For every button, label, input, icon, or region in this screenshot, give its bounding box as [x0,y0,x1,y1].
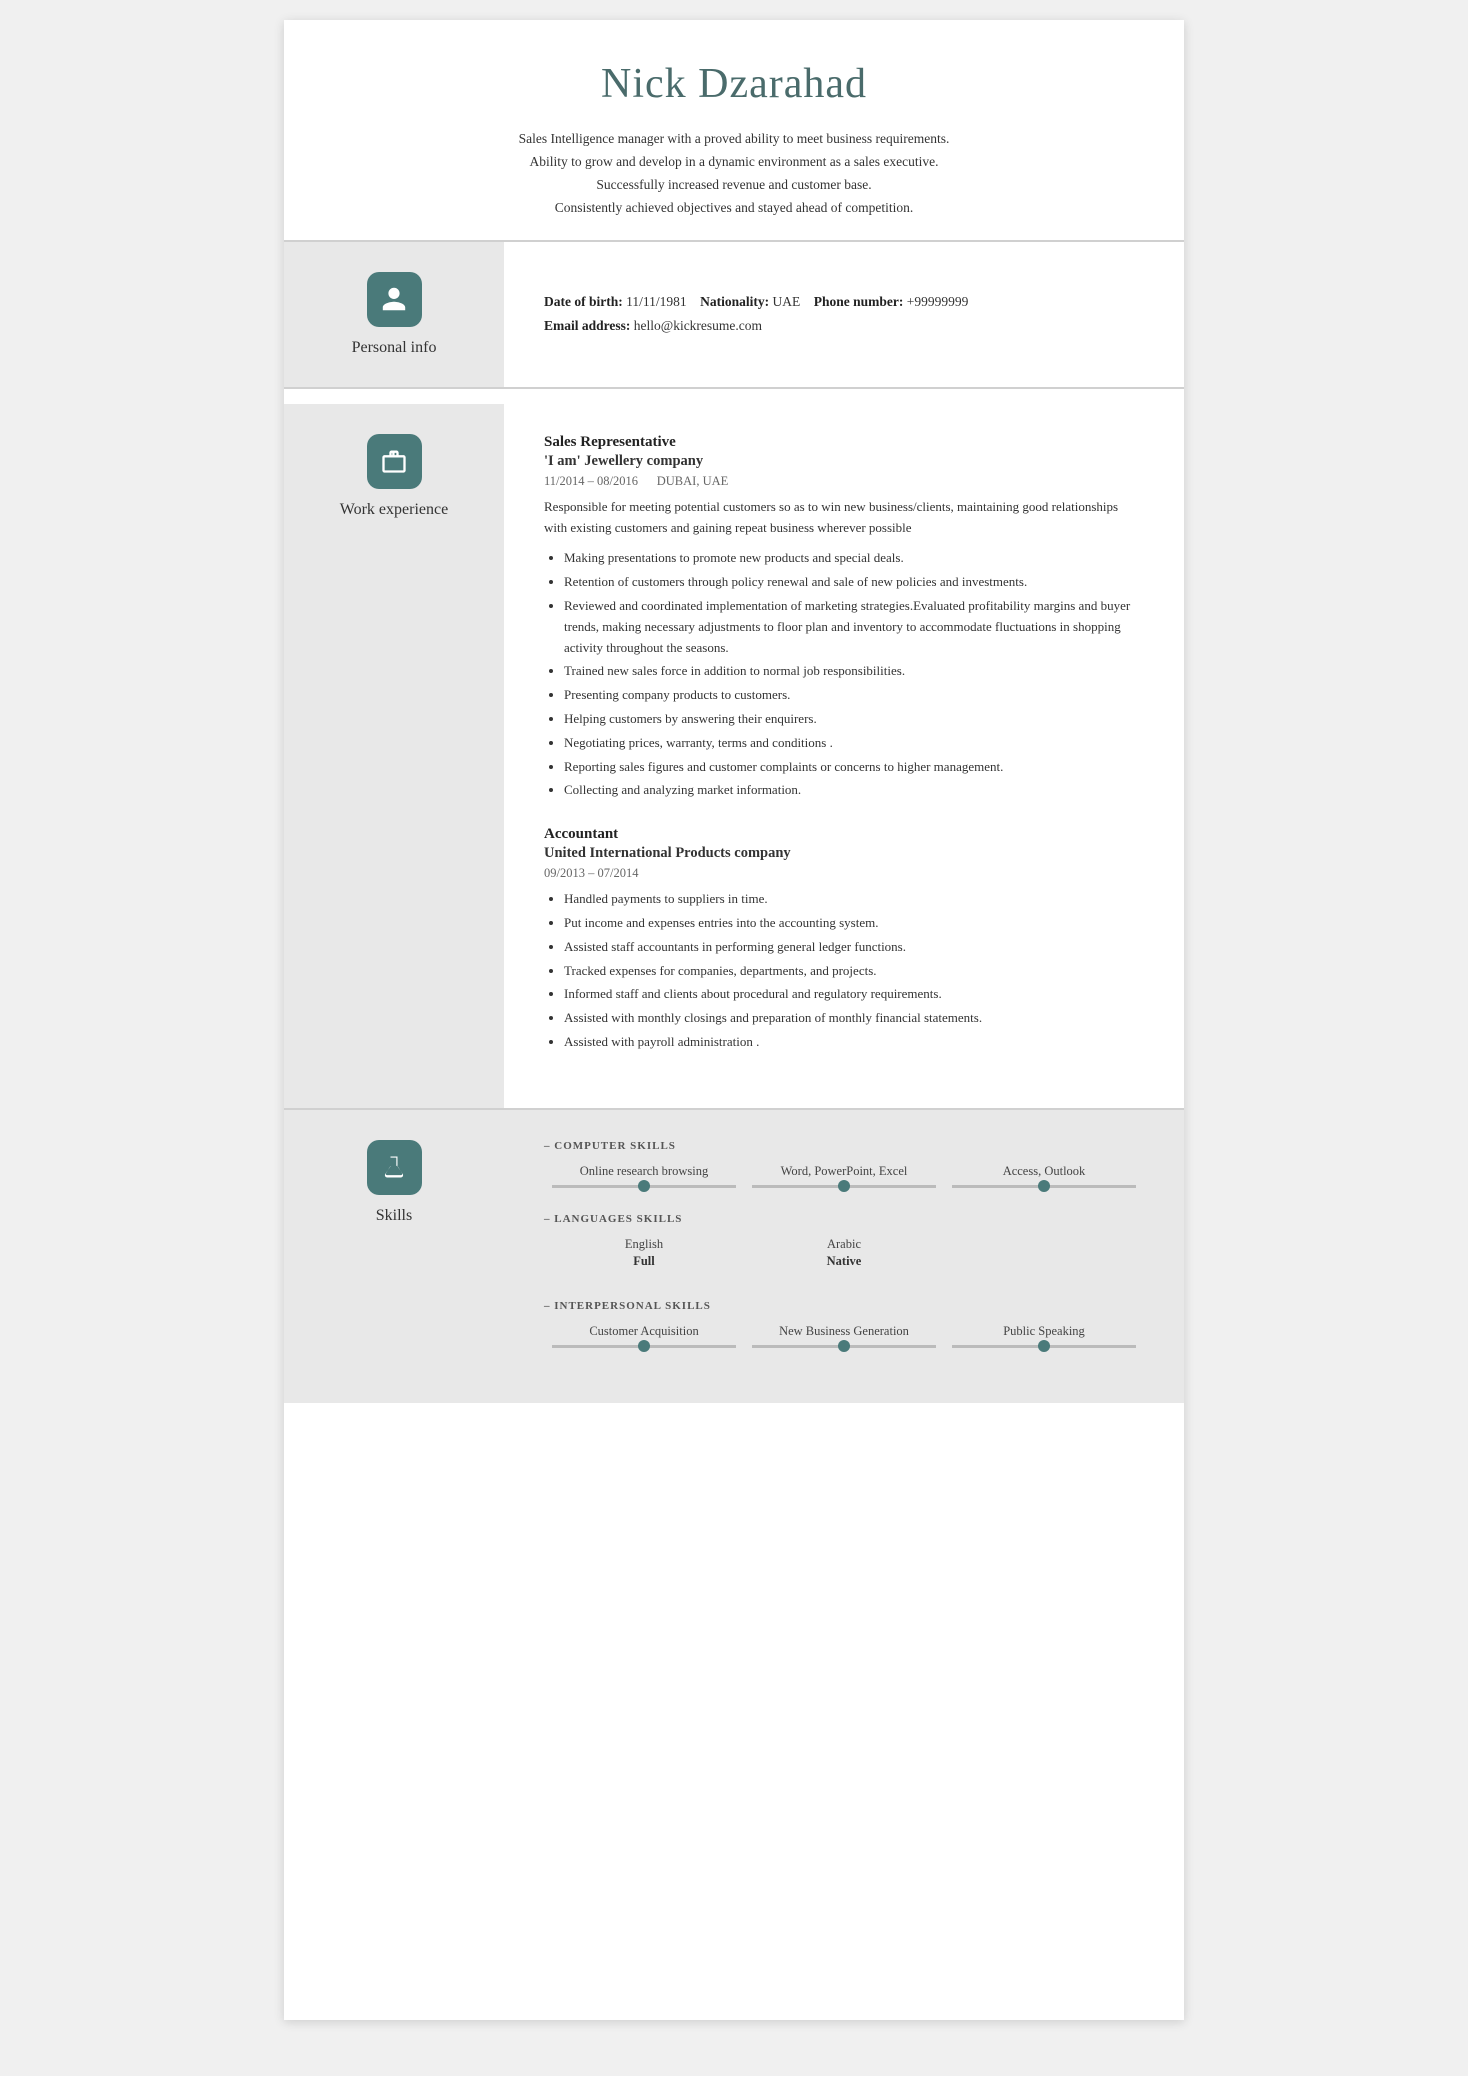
skills-title: Skills [376,1207,412,1225]
skill-public-speaking: Public Speaking [944,1324,1144,1348]
list-item: Trained new sales force in addition to n… [564,661,1144,682]
skill-dot [1038,1180,1050,1192]
work-experience-right: Sales Representative 'I am' Jewellery co… [504,404,1184,1108]
summary-text: Sales Intelligence manager with a proved… [344,128,1124,220]
job-1: Sales Representative 'I am' Jewellery co… [544,434,1144,801]
skill-name: New Business Generation [744,1324,944,1339]
gap-1 [284,389,1184,404]
languages-skills-category: LANGUAGES SKILLS English Full Arabic Nat… [544,1213,1144,1275]
list-item: Reviewed and coordinated implementation … [564,596,1144,658]
list-item: Making presentations to promote new prod… [564,548,1144,569]
job-1-title: Sales Representative [544,434,1144,451]
list-item: Put income and expenses entries into the… [564,913,1144,934]
skill-arabic: Arabic Native [744,1237,944,1275]
skill-bar [552,1185,736,1188]
skill-level: Full [544,1254,744,1269]
skill-name: Public Speaking [944,1324,1144,1339]
work-experience-icon [367,434,422,489]
skill-name: English [544,1237,744,1252]
interpersonal-skills-label: INTERPERSONAL SKILLS [544,1300,1144,1312]
interpersonal-skills-category: INTERPERSONAL SKILLS Customer Acquisitio… [544,1300,1144,1348]
job-1-meta: 11/2014 – 08/2016 DUBAI, UAE [544,474,1144,489]
list-item: Helping customers by answering their enq… [564,709,1144,730]
skill-dot [638,1180,650,1192]
skill-english: English Full [544,1237,744,1275]
skill-name: Online research browsing [544,1164,744,1179]
skill-customer-acquisition: Customer Acquisition [544,1324,744,1348]
languages-skills-label: LANGUAGES SKILLS [544,1213,1144,1225]
job-2-title: Accountant [544,826,1144,843]
skills-right: COMPUTER SKILLS Online research browsing… [504,1110,1184,1403]
job-2-company: United International Products company [544,845,1144,862]
job-2-meta: 09/2013 – 07/2014 [544,866,1144,881]
skill-bar [952,1345,1136,1348]
work-experience-section: Work experience Sales Representative 'I … [284,404,1184,1108]
skills-flask-icon [380,1153,408,1181]
list-item: Negotiating prices, warranty, terms and … [564,733,1144,754]
job-1-desc: Responsible for meeting potential custom… [544,497,1144,539]
personal-info-left: Personal info [284,242,504,387]
list-item: Retention of customers through policy re… [564,572,1144,593]
work-experience-title: Work experience [340,501,448,519]
personal-info-section: Personal info Date of birth: 11/11/1981 … [284,242,1184,387]
list-item: Assisted with payroll administration . [564,1032,1144,1053]
list-item: Informed staff and clients about procedu… [564,984,1144,1005]
skill-access: Access, Outlook [944,1164,1144,1188]
skills-section: Skills COMPUTER SKILLS Online research b… [284,1110,1184,1403]
skill-name: Access, Outlook [944,1164,1144,1179]
header-section: Nick Dzarahad Sales Intelligence manager… [284,20,1184,240]
person-icon [380,285,408,313]
skill-dot [1038,1340,1050,1352]
computer-skills-category: COMPUTER SKILLS Online research browsing… [544,1140,1144,1188]
skill-bar [752,1185,936,1188]
job-1-bullets: Making presentations to promote new prod… [564,548,1144,801]
skills-left: Skills [284,1110,504,1403]
computer-skills-row: Online research browsing Word, PowerPoin… [544,1164,1144,1188]
list-item: Collecting and analyzing market informat… [564,780,1144,801]
skill-bar [952,1185,1136,1188]
skill-online-research: Online research browsing [544,1164,744,1188]
personal-info-details: Date of birth: 11/11/1981 Nationality: U… [544,290,968,339]
languages-skills-row: English Full Arabic Native [544,1237,1144,1275]
job-2-bullets: Handled payments to suppliers in time. P… [564,889,1144,1053]
skill-dot [838,1180,850,1192]
skill-level: Native [744,1254,944,1269]
interpersonal-skills-row: Customer Acquisition New Business Genera… [544,1324,1144,1348]
list-item: Reporting sales figures and customer com… [564,757,1144,778]
skill-bar [552,1345,736,1348]
skill-name: Customer Acquisition [544,1324,744,1339]
skill-word: Word, PowerPoint, Excel [744,1164,944,1188]
job-2: Accountant United International Products… [544,826,1144,1053]
list-item: Handled payments to suppliers in time. [564,889,1144,910]
job-1-company: 'I am' Jewellery company [544,453,1144,470]
skill-placeholder [944,1237,1144,1275]
skill-name: Arabic [744,1237,944,1252]
skill-bar [752,1345,936,1348]
work-experience-left: Work experience [284,404,504,1108]
personal-info-icon [367,272,422,327]
personal-info-right: Date of birth: 11/11/1981 Nationality: U… [504,242,1184,387]
briefcase-icon [380,447,408,475]
computer-skills-label: COMPUTER SKILLS [544,1140,1144,1152]
list-item: Tracked expenses for companies, departme… [564,961,1144,982]
list-item: Assisted staff accountants in performing… [564,937,1144,958]
resume-container: Nick Dzarahad Sales Intelligence manager… [284,20,1184,2020]
list-item: Presenting company products to customers… [564,685,1144,706]
candidate-name: Nick Dzarahad [344,60,1124,108]
skills-icon [367,1140,422,1195]
list-item: Assisted with monthly closings and prepa… [564,1008,1144,1029]
skill-dot [838,1340,850,1352]
skill-new-business: New Business Generation [744,1324,944,1348]
skill-name: Word, PowerPoint, Excel [744,1164,944,1179]
personal-info-title: Personal info [352,339,437,357]
skill-dot [638,1340,650,1352]
